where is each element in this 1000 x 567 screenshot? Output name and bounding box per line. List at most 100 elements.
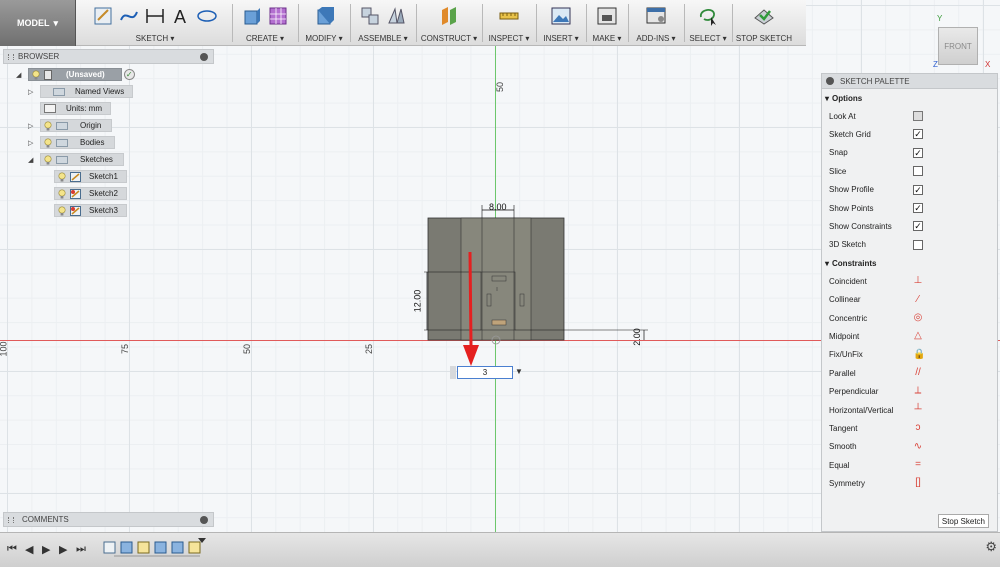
inspect-group[interactable]: INSPECT ▾ — [484, 0, 534, 46]
option-show-points[interactable]: Show Points ✓ — [822, 199, 997, 217]
scripts-icon[interactable] — [645, 5, 667, 27]
tree-root-node[interactable]: (Unsaved) — [28, 68, 122, 81]
expand-down-icon[interactable]: ◢ — [16, 71, 24, 79]
browser-header[interactable]: BROWSER — [3, 49, 214, 64]
assemble-group[interactable]: ASSEMBLE ▾ — [352, 0, 414, 46]
checkbox-unchecked[interactable] — [913, 166, 923, 177]
symmetry-icon[interactable]: [] — [913, 478, 923, 488]
tree-item-sketch1[interactable]: Sketch1 — [54, 170, 127, 183]
tree-node[interactable]: Sketch2 — [54, 187, 127, 200]
insert-image-icon[interactable] — [550, 5, 572, 27]
lightbulb-icon[interactable] — [58, 188, 66, 199]
tree-item-sketch2[interactable]: Sketch2 — [54, 187, 127, 200]
go-to-start-icon[interactable]: ⏮ — [7, 543, 17, 556]
option-look-at[interactable]: Look At — [822, 107, 997, 125]
lightbulb-icon[interactable] — [44, 120, 52, 131]
constraint-horizontal-vertical[interactable]: Horizontal/Vertical ┴ — [822, 401, 997, 419]
constraint-fix-unfix[interactable]: Fix/UnFix 🔒 — [822, 346, 997, 364]
step-forward-icon[interactable]: ▶ — [59, 543, 67, 556]
form-icon[interactable] — [267, 5, 289, 27]
tree-node[interactable]: Sketch1 — [54, 170, 127, 183]
3d-print-icon[interactable] — [596, 5, 618, 27]
constraint-smooth[interactable]: Smooth ∿ — [822, 438, 997, 456]
insert-group[interactable]: INSERT ▾ — [538, 0, 584, 46]
constraint-parallel[interactable]: Parallel // — [822, 364, 997, 382]
lightbulb-icon[interactable] — [58, 205, 66, 216]
tree-item-sketch3[interactable]: Sketch3 — [54, 204, 127, 217]
workspace-switcher[interactable]: MODEL ▾ — [0, 0, 76, 46]
constraint-coincident[interactable]: Coincident ⊥ — [822, 272, 997, 290]
lightbulb-icon[interactable] — [44, 154, 52, 165]
tree-root[interactable]: ◢ (Unsaved) ✓ — [16, 68, 135, 81]
stop-sketch-icon[interactable] — [753, 5, 775, 27]
option-sketch-grid[interactable]: Sketch Grid ✓ — [822, 125, 997, 143]
sketch-icon[interactable] — [92, 5, 114, 27]
text-icon[interactable]: A — [170, 5, 192, 27]
dimension-width[interactable]: 8.00 — [489, 202, 507, 212]
create-group[interactable]: CREATE ▾ — [234, 0, 296, 46]
go-to-end-icon[interactable]: ⏭ — [76, 543, 86, 556]
step-back-icon[interactable]: ◀ — [25, 543, 33, 556]
play-icon[interactable]: ▶ — [42, 543, 50, 556]
construct-group[interactable]: CONSTRUCT ▾ — [418, 0, 480, 46]
dimension-icon[interactable] — [144, 5, 166, 27]
lightbulb-icon[interactable] — [58, 171, 66, 182]
constraint-concentric[interactable]: Concentric ◎ — [822, 309, 997, 327]
gear-icon[interactable]: ⚙ — [985, 539, 997, 555]
collinear-icon[interactable]: ⁄ — [913, 294, 923, 305]
offset-plane-icon[interactable] — [438, 5, 460, 27]
select-lasso-icon[interactable] — [697, 5, 719, 27]
expand-right-icon[interactable]: ▷ — [28, 139, 36, 147]
extrude-icon[interactable] — [241, 5, 263, 27]
expand-icon[interactable] — [200, 516, 208, 524]
tree-node[interactable]: Origin — [40, 119, 113, 132]
input-grip[interactable] — [450, 366, 456, 379]
tree-node[interactable]: Sketch3 — [54, 204, 127, 217]
joint-icon[interactable] — [385, 5, 407, 27]
comments-panel[interactable]: COMMENTS — [3, 512, 214, 527]
tree-item-sketches[interactable]: ◢ Sketches — [28, 153, 124, 166]
perpendicular-icon[interactable]: ⟂ — [913, 386, 923, 396]
option-3d-sketch[interactable]: 3D Sketch — [822, 236, 997, 254]
palette-header[interactable]: SKETCH PALETTE — [822, 74, 997, 89]
tree-item-origin[interactable]: ▷ Origin — [28, 119, 113, 132]
option-snap[interactable]: Snap ✓ — [822, 144, 997, 162]
stop-sketch-group[interactable]: STOP SKETCH — [734, 0, 794, 46]
dimension-offset[interactable]: 2.00 — [632, 328, 642, 346]
lock-icon[interactable]: 🔒 — [913, 349, 925, 360]
concentric-icon[interactable]: ◎ — [913, 312, 923, 323]
checkbox-checked[interactable]: ✓ — [913, 202, 923, 213]
checkbox-checked[interactable]: ✓ — [913, 221, 923, 232]
constraint-tangent[interactable]: Tangent ɔ — [822, 419, 997, 437]
stop-sketch-button[interactable]: Stop Sketch — [937, 514, 989, 528]
constraint-symmetry[interactable]: Symmetry [] — [822, 474, 997, 492]
constraint-midpoint[interactable]: Midpoint △ — [822, 327, 997, 345]
sketch-group[interactable]: A SKETCH ▾ — [80, 0, 230, 46]
checkbox-unchecked[interactable] — [913, 239, 923, 250]
tree-node[interactable]: Sketches — [40, 153, 124, 166]
parallel-icon[interactable]: // — [913, 368, 923, 378]
option-show-profile[interactable]: Show Profile ✓ — [822, 181, 997, 199]
tree-item-named-views[interactable]: ▷ Named Views — [28, 85, 134, 98]
tree-item-units[interactable]: Units: mm — [40, 102, 111, 115]
tree-item-bodies[interactable]: ▷ Bodies — [28, 136, 116, 149]
timeline-features[interactable] — [100, 536, 210, 564]
collapse-icon[interactable] — [826, 77, 834, 85]
constraint-equal[interactable]: Equal = — [822, 456, 997, 474]
viewcube[interactable]: FRONT — [938, 27, 978, 65]
modify-group[interactable]: MODIFY ▾ — [300, 0, 348, 46]
collapse-icon[interactable] — [200, 53, 208, 61]
horizontal-vertical-icon[interactable]: ┴ — [913, 404, 923, 415]
expand-right-icon[interactable]: ▷ — [28, 88, 36, 96]
constraints-section[interactable]: ▾ Constraints — [822, 254, 997, 272]
expand-right-icon[interactable]: ▷ — [28, 122, 36, 130]
add-ins-group[interactable]: ADD-INS ▾ — [630, 0, 682, 46]
input-dropdown-icon[interactable]: ▼ — [515, 367, 523, 376]
extrude-distance-input[interactable]: 3 — [457, 366, 513, 379]
option-slice[interactable]: Slice — [822, 162, 997, 180]
option-show-constraints[interactable]: Show Constraints ✓ — [822, 217, 997, 235]
tree-node[interactable]: Named Views — [40, 85, 134, 98]
smooth-icon[interactable]: ∿ — [913, 441, 923, 452]
spline-icon[interactable] — [118, 5, 140, 27]
press-pull-icon[interactable] — [313, 5, 335, 27]
